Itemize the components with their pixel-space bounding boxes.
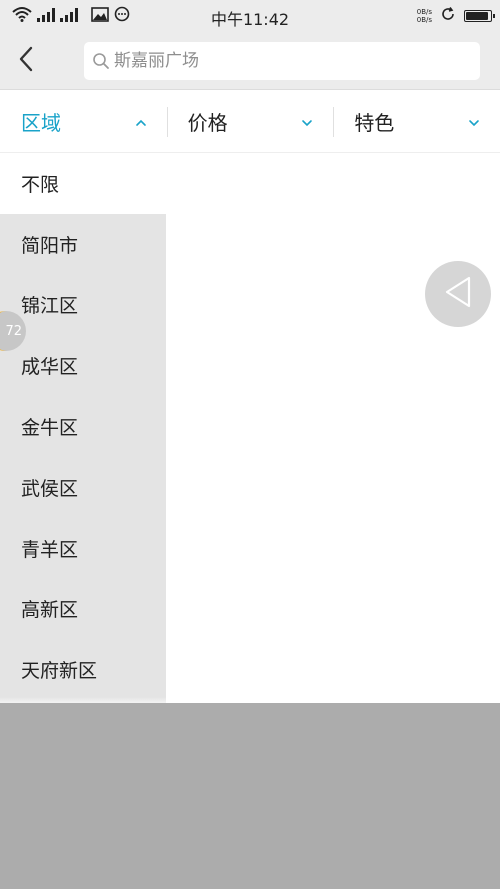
search-icon bbox=[90, 50, 112, 72]
filter-label: 价格 bbox=[187, 111, 228, 135]
chevron-down-icon bbox=[468, 112, 480, 131]
filter-tab-region[interactable]: 区域 bbox=[0, 90, 167, 153]
battery-level bbox=[466, 12, 489, 20]
status-icons-right: 0B/s 0B/s bbox=[417, 5, 495, 27]
sync-icon bbox=[440, 6, 456, 26]
filter-label: 区域 bbox=[21, 111, 61, 135]
filter-tab-price[interactable]: 价格 bbox=[166, 90, 334, 153]
triangle-left-icon bbox=[443, 275, 473, 313]
dim-overlay[interactable] bbox=[0, 703, 500, 889]
filter-bar: 区域 价格 特色 bbox=[0, 90, 500, 153]
net-down-speed: 0B/s bbox=[416, 16, 432, 24]
district-item[interactable]: 天府新区 bbox=[0, 639, 166, 700]
district-item[interactable]: 武侯区 bbox=[0, 457, 166, 518]
district-item[interactable]: 金牛区 bbox=[0, 396, 166, 457]
district-item[interactable]: 成华区 bbox=[0, 335, 166, 396]
filter-label: 特色 bbox=[354, 111, 395, 135]
battery-icon bbox=[464, 10, 495, 22]
status-bar: 中午11:42 0B/s 0B/s bbox=[0, 0, 500, 32]
chevron-left-icon bbox=[18, 46, 34, 76]
district-item[interactable]: 简阳市 bbox=[0, 214, 166, 275]
chevron-up-icon bbox=[135, 112, 147, 131]
search-box[interactable] bbox=[84, 42, 480, 80]
search-input[interactable] bbox=[114, 51, 454, 71]
filter-tab-feature[interactable]: 特色 bbox=[333, 90, 500, 153]
back-button[interactable] bbox=[8, 42, 44, 80]
chevron-down-icon bbox=[301, 112, 313, 131]
district-item[interactable]: 青羊区 bbox=[0, 518, 166, 579]
header bbox=[0, 32, 500, 90]
floating-back-button[interactable] bbox=[425, 261, 491, 327]
floating-badge-text: 72 bbox=[5, 323, 22, 339]
district-item[interactable]: 不限 bbox=[0, 153, 500, 214]
district-list: 不限 简阳市 锦江区 成华区 金牛区 武侯区 青羊区 高新区 天府新区 bbox=[0, 153, 500, 700]
network-speed: 0B/s 0B/s bbox=[417, 8, 432, 24]
net-up-speed: 0B/s bbox=[416, 8, 432, 16]
district-item[interactable]: 高新区 bbox=[0, 579, 166, 640]
